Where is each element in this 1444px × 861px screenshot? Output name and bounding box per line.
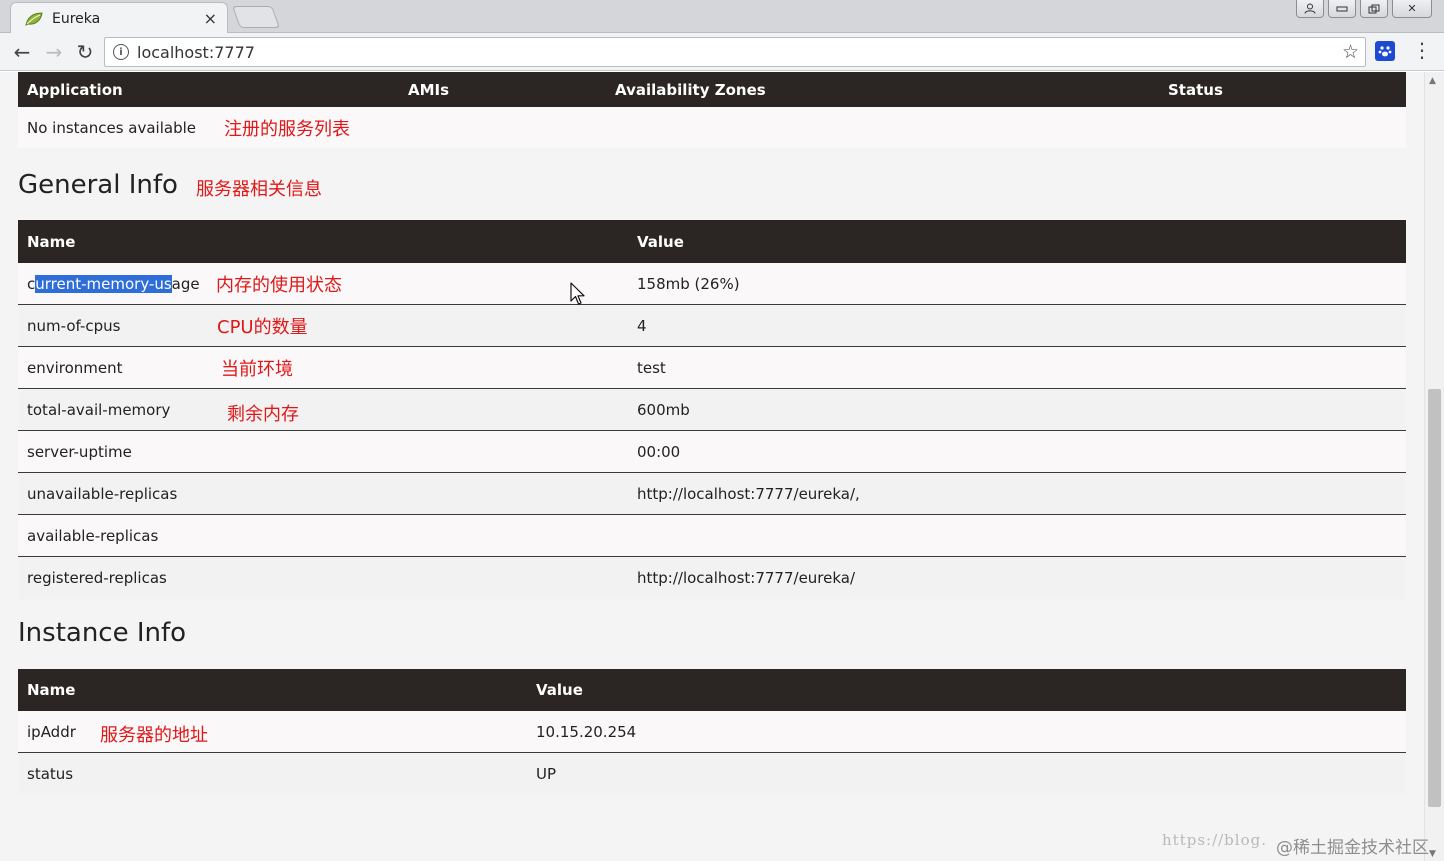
general-info-header: Name Value [18, 220, 1406, 263]
col-name: Name [27, 232, 76, 251]
row-value: UP [536, 765, 557, 783]
annotation-note: 内存的使用状态 [216, 274, 342, 296]
row-value: test [637, 358, 666, 377]
bookmark-star-icon[interactable]: ☆ [1342, 41, 1359, 63]
table-row: status UP [18, 753, 1406, 795]
page-content: Application AMIs Availability Zones Stat… [0, 72, 1424, 861]
col-amis: AMIs [408, 80, 450, 99]
general-info-title: General Info [18, 170, 178, 200]
table-row: unavailable-replicas http://localhost:77… [18, 473, 1406, 515]
row-name: registered-replicas [27, 569, 167, 587]
table-row: total-avail-memory 剩余内存 600mb [18, 389, 1406, 431]
row-name: current-memory-usage [27, 274, 200, 293]
row-value: http://localhost:7777/eureka/ [637, 569, 856, 587]
table-row: num-of-cpus CPU的数量 4 [18, 305, 1406, 347]
scrollbar-thumb[interactable] [1428, 389, 1441, 807]
vertical-scrollbar[interactable]: ▲ ▼ [1424, 72, 1444, 861]
row-value: 600mb [637, 400, 690, 419]
col-name: Name [27, 681, 76, 699]
tab-title: Eureka [52, 10, 101, 27]
col-value: Value [536, 681, 583, 699]
empty-instances-text: No instances available [27, 118, 196, 137]
leaf-icon [25, 11, 43, 26]
minimize-icon[interactable] [1328, 0, 1356, 18]
tab-close-icon[interactable]: × [204, 10, 217, 27]
table-row: current-memory-usage 内存的使用状态 158mb (26%) [18, 263, 1406, 305]
col-value: Value [637, 232, 684, 251]
table-row: environment 当前环境 test [18, 347, 1406, 389]
row-name: status [27, 765, 74, 783]
table-row: server-uptime 00:00 [18, 431, 1406, 473]
annotation-note: CPU的数量 [217, 316, 308, 338]
annotation-note: 剩余内存 [227, 403, 299, 425]
row-value: http://localhost:7777/eureka/, [637, 484, 860, 503]
back-arrow-icon[interactable]: ← [8, 38, 36, 66]
address-bar[interactable]: i localhost:7777 ☆ [104, 37, 1366, 67]
reload-icon[interactable]: ↻ [71, 38, 99, 66]
instances-table-header: Application AMIs Availability Zones Stat… [18, 72, 1406, 107]
row-name: ipAddr [27, 722, 76, 741]
general-info-table: Name Value current-memory-usage 内存的使用状态 … [18, 220, 1406, 599]
browser-menu-icon[interactable]: ⋮ [1412, 38, 1432, 62]
forward-arrow-icon[interactable]: → [40, 38, 68, 66]
name-prefix: c [27, 274, 36, 293]
tab-strip: Eureka × ✕ [0, 0, 1444, 34]
row-value: 4 [637, 316, 647, 335]
annotation-note: 服务器的地址 [100, 724, 208, 746]
annotation-note: 服务器相关信息 [196, 179, 322, 200]
row-name: server-uptime [27, 442, 132, 461]
name-suffix: age [171, 274, 200, 293]
mouse-pointer-icon [570, 282, 585, 305]
row-value: 10.15.20.254 [536, 722, 637, 741]
instance-info-table: Name Value ipAddr 服务器的地址 10.15.20.254 st… [18, 669, 1406, 795]
window-controls: ✕ [1296, 0, 1432, 18]
user-profile-icon[interactable] [1296, 0, 1324, 18]
col-application: Application [27, 80, 123, 99]
row-value: 158mb (26%) [637, 274, 740, 293]
col-availability-zones: Availability Zones [615, 80, 766, 99]
row-name: unavailable-replicas [27, 484, 178, 503]
col-status: Status [1168, 80, 1223, 99]
table-row: available-replicas [18, 515, 1406, 557]
row-name: available-replicas [27, 526, 159, 545]
instances-table: Application AMIs Availability Zones Stat… [18, 72, 1406, 148]
scroll-down-arrow-icon[interactable]: ▼ [1429, 849, 1436, 859]
new-tab-button[interactable] [231, 6, 281, 28]
instance-info-header: Name Value [18, 669, 1406, 711]
paw-icon[interactable] [1375, 41, 1395, 61]
table-row: ipAddr 服务器的地址 10.15.20.254 [18, 711, 1406, 753]
annotation-note: 当前环境 [221, 358, 293, 380]
annotation-note: 注册的服务列表 [224, 118, 350, 140]
browser-tab-eureka[interactable]: Eureka × [10, 2, 228, 34]
watermark-url: https://blog. [1162, 831, 1267, 849]
browser-toolbar: ← → ↻ i localhost:7777 ☆ ⋮ [0, 33, 1444, 71]
close-window-icon[interactable]: ✕ [1392, 0, 1432, 18]
instance-info-title: Instance Info [18, 618, 187, 648]
row-name: num-of-cpus [27, 316, 121, 335]
watermark-tag: @稀土掘金技术社区 [1276, 838, 1429, 858]
restore-icon[interactable] [1360, 0, 1388, 18]
selected-text: urrent-memory-us [35, 274, 172, 293]
table-row: No instances available 注册的服务列表 [18, 107, 1406, 148]
table-row: registered-replicas http://localhost:777… [18, 557, 1406, 599]
site-info-icon[interactable]: i [113, 44, 129, 60]
row-name: total-avail-memory [27, 400, 171, 419]
row-name: environment [27, 358, 123, 377]
url-text[interactable]: localhost:7777 [137, 43, 1342, 62]
row-value: 00:00 [637, 442, 681, 461]
scroll-up-arrow-icon[interactable]: ▲ [1429, 76, 1436, 86]
